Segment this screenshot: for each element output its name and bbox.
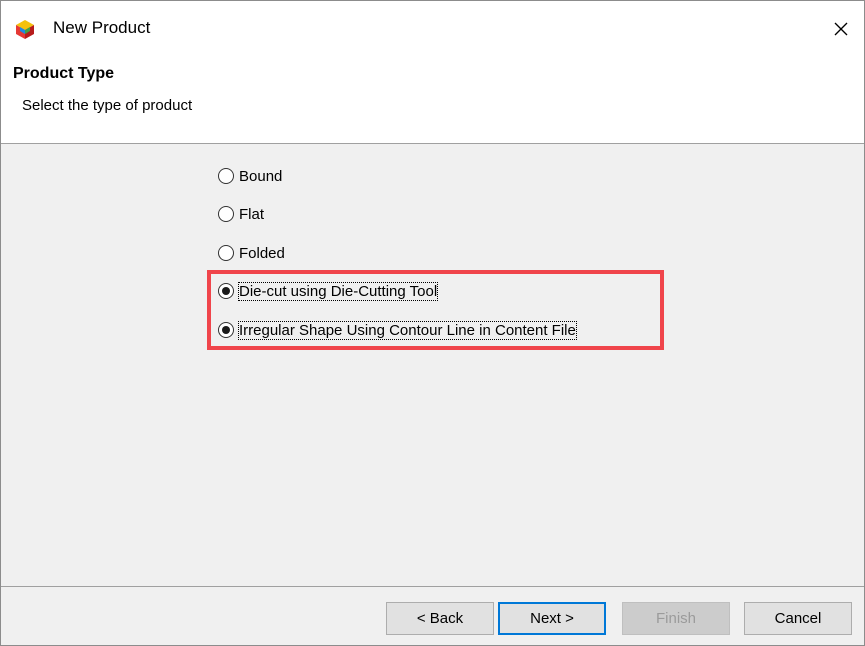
radio-label: Flat: [239, 205, 265, 223]
radio-label: Irregular Shape Using Contour Line in Co…: [238, 320, 577, 340]
radio-button[interactable]: [218, 245, 234, 261]
wizard-content: Bound Flat Folded Die-cut using Die-Cutt…: [1, 144, 864, 586]
radio-label: Bound: [239, 167, 283, 185]
radio-bound[interactable]: Bound: [218, 165, 282, 187]
radio-flat[interactable]: Flat: [218, 203, 264, 225]
radio-button[interactable]: [218, 206, 234, 222]
close-button[interactable]: [818, 1, 864, 57]
radio-button[interactable]: [218, 283, 234, 299]
title-bar: New Product: [1, 1, 864, 57]
colorful-cube-logo-icon: [16, 20, 34, 39]
new-product-dialog: New Product Product Type Select the type…: [0, 0, 865, 646]
page-title: Product Type: [13, 65, 115, 82]
wizard-header: Product Type Select the type of product: [1, 57, 864, 143]
finish-button: Finish: [622, 602, 730, 635]
radio-irregular-shape[interactable]: Irregular Shape Using Contour Line in Co…: [218, 319, 577, 341]
wizard-footer: < Back Next > Finish Cancel: [1, 587, 864, 645]
next-button[interactable]: Next >: [498, 602, 606, 635]
radio-button[interactable]: [218, 322, 234, 338]
cancel-button[interactable]: Cancel: [744, 602, 852, 635]
page-description: Select the type of product: [22, 97, 193, 114]
back-button[interactable]: < Back: [386, 602, 494, 635]
radio-die-cut[interactable]: Die-cut using Die-Cutting Tool: [218, 280, 439, 302]
radio-label: Folded: [239, 244, 285, 262]
close-icon: [834, 22, 848, 36]
window-title: New Product: [53, 18, 151, 37]
radio-button[interactable]: [218, 168, 234, 184]
radio-label: Die-cut using Die-Cutting Tool: [237, 281, 439, 301]
radio-folded[interactable]: Folded: [218, 242, 285, 264]
